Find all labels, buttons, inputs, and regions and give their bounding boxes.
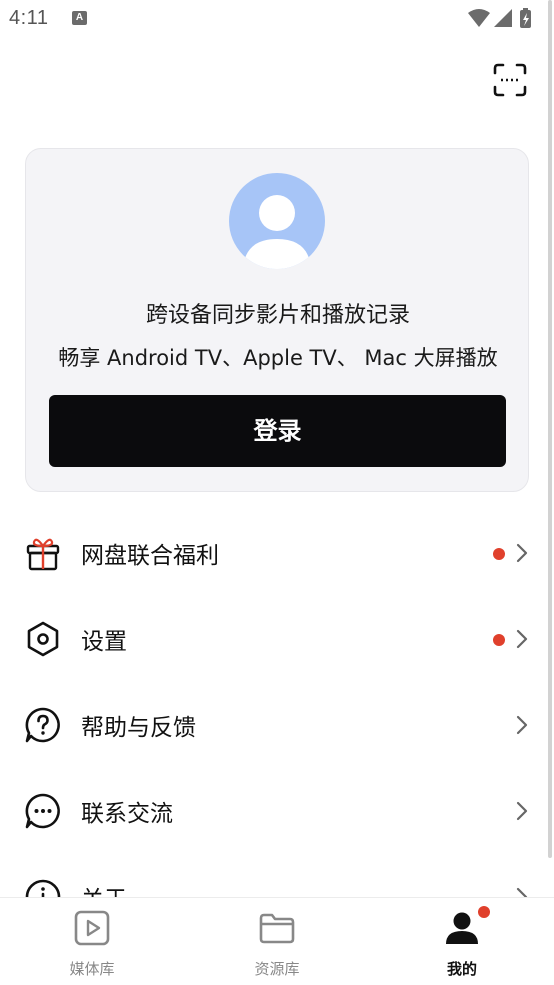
menu-label-help: 帮助与反馈 bbox=[81, 715, 196, 741]
login-button[interactable]: 登录 bbox=[49, 395, 506, 467]
scan-icon bbox=[493, 63, 527, 97]
status-time: 4:11 bbox=[9, 7, 49, 29]
profile-card: 跨设备同步影片和播放记录 畅享 Android TV、Apple TV、 Mac… bbox=[25, 148, 529, 492]
menu-item-help[interactable]: 帮助与反馈 bbox=[0, 694, 554, 754]
tab-resource-library[interactable]: 资源库 bbox=[185, 898, 369, 985]
chevron-right-icon bbox=[516, 801, 528, 821]
help-icon bbox=[25, 707, 60, 743]
tab-label-media-library: 媒体库 bbox=[69, 960, 115, 978]
wifi-icon bbox=[468, 9, 490, 27]
new-badge-dot bbox=[493, 548, 505, 560]
chevron-right-icon bbox=[516, 629, 528, 649]
folder-icon bbox=[259, 913, 295, 944]
chevron-right-icon bbox=[516, 715, 528, 735]
chat-icon bbox=[25, 793, 60, 829]
menu-item-contact[interactable]: 联系交流 bbox=[0, 780, 554, 840]
status-icons bbox=[468, 8, 531, 28]
menu-item-settings[interactable]: 设置 bbox=[0, 608, 554, 668]
scan-button[interactable] bbox=[492, 62, 528, 98]
status-bar: 4:11 A bbox=[0, 0, 554, 36]
new-badge-dot bbox=[478, 906, 490, 918]
sync-subtitle: 畅享 Android TV、Apple TV、 Mac 大屏播放 bbox=[58, 346, 498, 370]
tab-label-mine: 我的 bbox=[446, 960, 477, 978]
menu-label-welfare: 网盘联合福利 bbox=[81, 543, 219, 569]
sync-title: 跨设备同步影片和播放记录 bbox=[145, 303, 410, 328]
scrollbar[interactable] bbox=[548, 0, 552, 858]
tab-label-resource-library: 资源库 bbox=[254, 960, 300, 978]
chevron-right-icon bbox=[516, 543, 528, 563]
signal-icon bbox=[494, 9, 512, 27]
play-icon bbox=[74, 910, 110, 946]
menu-label-contact: 联系交流 bbox=[81, 801, 173, 827]
person-icon bbox=[446, 912, 478, 944]
new-badge-dot bbox=[493, 634, 505, 646]
gift-icon bbox=[26, 538, 60, 571]
notification-icon: A bbox=[72, 11, 87, 25]
settings-icon bbox=[27, 621, 59, 657]
default-avatar-icon bbox=[243, 195, 311, 269]
battery-icon bbox=[520, 8, 531, 28]
avatar[interactable] bbox=[229, 173, 325, 269]
tab-mine[interactable]: 我的 bbox=[370, 898, 554, 985]
menu-item-welfare[interactable]: 网盘联合福利 bbox=[0, 522, 554, 582]
menu-label-settings: 设置 bbox=[81, 629, 127, 655]
bottom-nav: 媒体库 资源库 我的 bbox=[0, 897, 554, 985]
tab-media-library[interactable]: 媒体库 bbox=[0, 898, 184, 985]
